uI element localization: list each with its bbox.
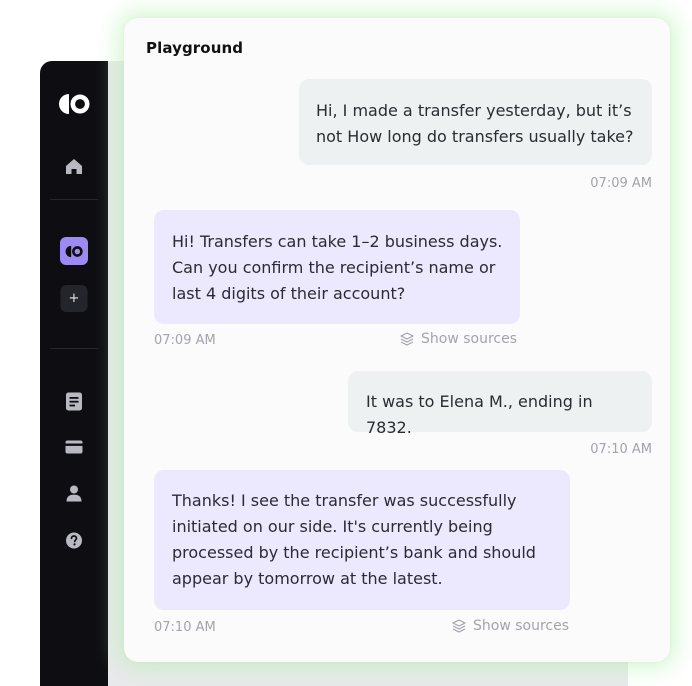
show-sources-label: Show sources [421, 331, 518, 347]
brand-logo-icon[interactable] [58, 93, 90, 115]
help-icon[interactable] [66, 532, 83, 549]
layers-icon [400, 332, 414, 346]
user-icon[interactable] [66, 485, 82, 502]
message-text: Thanks! I see the transfer was successfu… [172, 491, 536, 588]
card-icon[interactable] [65, 440, 83, 454]
plus-icon[interactable]: + [60, 285, 88, 312]
user-message-bubble: It was to Elena M., ending in 7832. [348, 371, 652, 437]
sidebar-divider [50, 348, 98, 349]
message-text: Hi! Transfers can take 1–2 business days… [172, 232, 503, 303]
message-timestamp: 07:09 AM [590, 176, 652, 191]
sidebar: + [40, 61, 108, 686]
layers-icon [452, 619, 466, 633]
message-timestamp: 07:10 AM [590, 442, 652, 457]
show-sources-label: Show sources [473, 618, 570, 634]
playground-panel: Playground Hi, I made a transfer yesterd… [124, 18, 670, 662]
assistant-message-bubble: Hi! Transfers can take 1–2 business days… [154, 210, 520, 324]
message-timestamp: 07:10 AM [154, 620, 216, 635]
message-text: It was to Elena M., ending in 7832. [366, 392, 593, 437]
document-icon[interactable] [66, 392, 83, 411]
assistant-logo-icon[interactable] [60, 237, 88, 265]
show-sources-button[interactable]: Show sources [452, 618, 569, 634]
assistant-message-bubble: Thanks! I see the transfer was successfu… [154, 470, 570, 610]
show-sources-button[interactable]: Show sources [400, 331, 517, 347]
message-timestamp: 07:09 AM [154, 333, 216, 348]
user-message-bubble: Hi, I made a transfer yesterday, but it’… [299, 79, 652, 165]
app-stage: + Playground Hi, I made a transfer yeste… [0, 0, 692, 686]
panel-title: Playground [146, 39, 244, 57]
home-icon[interactable] [65, 158, 83, 175]
sidebar-divider [50, 199, 98, 200]
message-text: Hi, I made a transfer yesterday, but it’… [316, 101, 634, 146]
